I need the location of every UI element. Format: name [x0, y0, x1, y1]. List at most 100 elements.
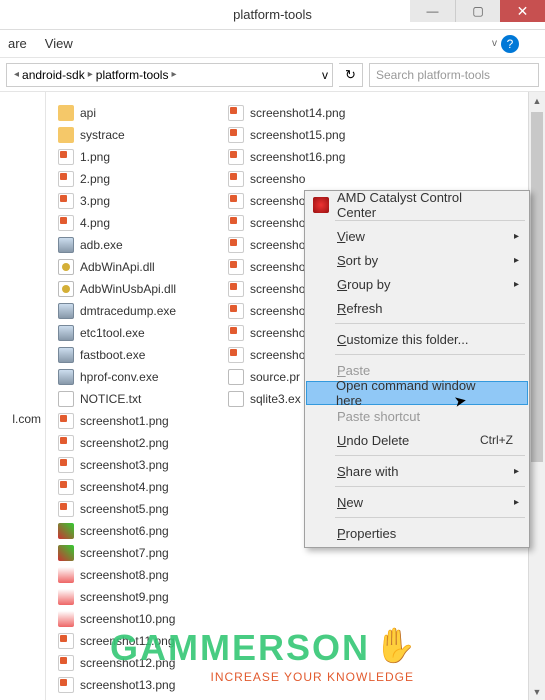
file-name: hprof-conv.exe [80, 370, 159, 384]
file-name: screensho [250, 282, 305, 296]
png-icon [58, 171, 74, 187]
file-item[interactable]: AdbWinApi.dll [56, 256, 226, 278]
scroll-down-icon[interactable]: ▼ [529, 683, 545, 700]
file-item[interactable]: etc1tool.exe [56, 322, 226, 344]
file-item[interactable]: screenshot2.png [56, 432, 226, 454]
file-item[interactable]: screenshot14.png [226, 102, 396, 124]
file-item[interactable]: screenshot15.png [226, 124, 396, 146]
file-item[interactable]: 4.png [56, 212, 226, 234]
vertical-scrollbar[interactable]: ▲ ▼ [528, 92, 545, 700]
file-item[interactable]: screenshot11.png [56, 630, 226, 652]
png-icon [228, 193, 244, 209]
file-item[interactable]: fastboot.exe [56, 344, 226, 366]
file-name: screensho [250, 348, 305, 362]
file-item[interactable]: hprof-conv.exe [56, 366, 226, 388]
cm-group-by[interactable]: Group by ▸ [307, 272, 527, 296]
file-name: screenshot6.png [80, 524, 169, 538]
png-icon [58, 677, 74, 693]
file-item[interactable]: screenshot8.png [56, 564, 226, 586]
file-name: screenshot4.png [80, 480, 169, 494]
cm-undo-delete[interactable]: Undo Delete Ctrl+Z [307, 428, 527, 452]
file-item[interactable]: screenshot4.png [56, 476, 226, 498]
cm-sort-by[interactable]: Sort by ▸ [307, 248, 527, 272]
file-item[interactable]: api [56, 102, 226, 124]
menu-view[interactable]: View [45, 36, 73, 51]
close-button[interactable]: ✕ [500, 0, 545, 22]
file-item[interactable]: 1.png [56, 146, 226, 168]
file-item[interactable]: screenshot9.png [56, 586, 226, 608]
folder-icon [58, 127, 74, 143]
file-name: screensho [250, 304, 305, 318]
file-name: 1.png [80, 150, 110, 164]
cm-open-command-window[interactable]: Open command window here [306, 381, 528, 405]
maximize-button[interactable]: ▢ [455, 0, 500, 22]
breadcrumb-dropdown[interactable]: v [322, 68, 328, 82]
cm-customize-folder[interactable]: Customize this folder... [307, 327, 527, 351]
file-item[interactable]: screenshot1.png [56, 410, 226, 432]
txt-icon [58, 391, 74, 407]
file-item[interactable]: systrace [56, 124, 226, 146]
file-item[interactable]: screenshot16.png [226, 146, 396, 168]
file-item[interactable]: 2.png [56, 168, 226, 190]
chevron-down-icon[interactable]: v [492, 38, 497, 49]
img2-icon [58, 567, 74, 583]
file-item[interactable]: 3.png [56, 190, 226, 212]
file-name: etc1tool.exe [80, 326, 145, 340]
file-item[interactable]: screensho [226, 168, 396, 190]
file-name: 3.png [80, 194, 110, 208]
png-icon [228, 347, 244, 363]
file-item[interactable]: NOTICE.txt [56, 388, 226, 410]
exe-icon [58, 347, 74, 363]
file-name: sqlite3.ex [250, 392, 301, 406]
file-item[interactable]: AdbWinUsbApi.dll [56, 278, 226, 300]
menu-bar: are View v ? [0, 30, 545, 58]
menu-share[interactable]: are [8, 36, 27, 51]
cm-new[interactable]: New ▸ [307, 490, 527, 514]
file-name: screensho [250, 194, 305, 208]
file-item[interactable]: screenshot7.png [56, 542, 226, 564]
refresh-button[interactable]: ↻ [339, 63, 363, 87]
file-item[interactable]: screenshot5.png [56, 498, 226, 520]
file-name: screensho [250, 216, 305, 230]
file-name: screenshot3.png [80, 458, 169, 472]
file-item[interactable]: dmtracedump.exe [56, 300, 226, 322]
cm-paste-shortcut: Paste shortcut [307, 404, 527, 428]
file-item[interactable]: adb.exe [56, 234, 226, 256]
exe-icon [58, 237, 74, 253]
png-icon [58, 435, 74, 451]
cm-refresh[interactable]: Refresh [307, 296, 527, 320]
file-name: screenshot1.png [80, 414, 169, 428]
file-name: screenshot7.png [80, 546, 169, 560]
file-name: screensho [250, 326, 305, 340]
separator [335, 517, 525, 518]
cm-amd-catalyst[interactable]: AMD Catalyst Control Center [307, 193, 527, 217]
txt-icon [228, 369, 244, 385]
file-name: AdbWinApi.dll [80, 260, 155, 274]
minimize-button[interactable]: — [410, 0, 455, 22]
file-item[interactable]: screenshot10.png [56, 608, 226, 630]
file-name: 2.png [80, 172, 110, 186]
file-name: api [80, 106, 96, 120]
chevron-left-icon: ◂ [14, 69, 19, 80]
cm-view[interactable]: View ▸ [307, 224, 527, 248]
scroll-up-icon[interactable]: ▲ [529, 92, 545, 109]
file-item[interactable]: screenshot6.png [56, 520, 226, 542]
breadcrumb[interactable]: ◂ android-sdk ▸ platform-tools ▸ v [6, 63, 333, 87]
cm-share-with[interactable]: Share with ▸ [307, 459, 527, 483]
cm-properties[interactable]: Properties [307, 521, 527, 545]
file-item[interactable]: screenshot12.png [56, 652, 226, 674]
breadcrumb-part[interactable]: platform-tools [96, 68, 169, 82]
file-name: screenshot10.png [80, 612, 175, 626]
file-name: screenshot13.png [80, 678, 175, 692]
png-icon [58, 655, 74, 671]
file-item[interactable]: screenshot13.png [56, 674, 226, 696]
chevron-right-icon: ▸ [514, 279, 519, 290]
search-input[interactable]: Search platform-tools [369, 63, 539, 87]
separator [335, 486, 525, 487]
file-item[interactable]: screenshot3.png [56, 454, 226, 476]
png-icon [58, 633, 74, 649]
png-icon [228, 127, 244, 143]
breadcrumb-part[interactable]: android-sdk [22, 68, 85, 82]
help-icon[interactable]: ? [501, 35, 519, 53]
scroll-thumb[interactable] [531, 112, 543, 462]
